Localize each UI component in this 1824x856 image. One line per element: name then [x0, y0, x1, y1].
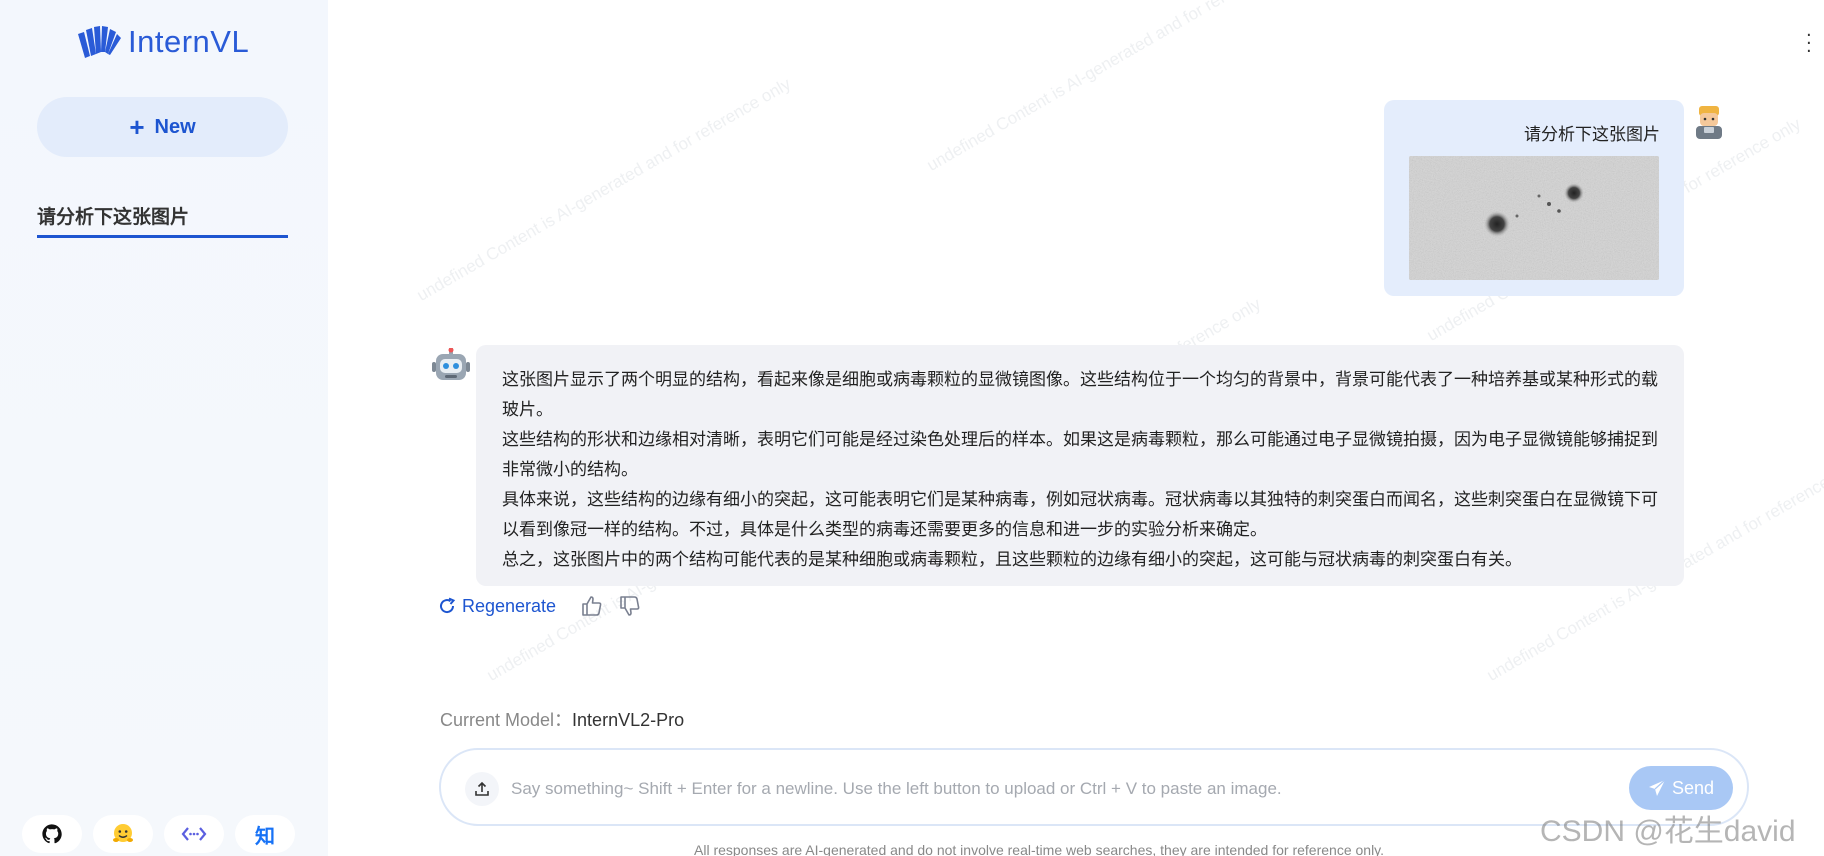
user-avatar-icon — [1696, 106, 1722, 139]
thumbs-down-icon[interactable] — [618, 594, 642, 618]
source-watermark: CSDN @花生david — [1540, 815, 1796, 848]
assistant-paragraph: 总之，这张图片中的两个结构可能代表的是某种细胞或病毒颗粒，且这些颗粒的边缘有细小… — [502, 550, 1522, 570]
logo-text: InternVL — [128, 24, 250, 59]
assistant-paragraph: 具体来说，这些结构的边缘有细小的突起，这可能表明它们是某种病毒，例如冠状病毒。冠… — [502, 490, 1658, 540]
zhihu-button[interactable]: 知 — [235, 815, 295, 853]
regenerate-label: Regenerate — [462, 595, 557, 616]
uploaded-image-thumbnail[interactable] — [1409, 156, 1659, 280]
user-message-bubble: 请分析下这张图片 — [1384, 100, 1684, 296]
github-button[interactable] — [22, 815, 82, 853]
chat-input[interactable] — [511, 772, 1591, 806]
user-message-text: 请分析下这张图片 — [1524, 125, 1660, 145]
thumbs-up-icon[interactable] — [580, 594, 604, 618]
huggingface-button[interactable] — [93, 815, 153, 853]
sidebar: InternVL + New 请分析下这张图片 知 — [0, 0, 328, 856]
watermark-text: undefined Content is AI-generated and fo… — [413, 74, 794, 305]
code-link-button[interactable] — [164, 815, 224, 853]
upload-button[interactable] — [465, 772, 499, 806]
more-options-icon[interactable]: · · · — [1806, 27, 1812, 61]
assistant-message-bubble: 这张图片显示了两个明显的结构，看起来像是细胞或病毒颗粒的显微镜图像。这些结构位于… — [476, 345, 1684, 586]
upload-icon — [475, 781, 489, 796]
disclaimer: All responses are AI-generated and do no… — [694, 842, 1385, 856]
code-link-icon — [181, 827, 207, 841]
assistant-avatar-icon — [432, 348, 470, 380]
logo: InternVL — [76, 24, 249, 60]
new-chat-label: New — [154, 115, 196, 138]
new-chat-button[interactable]: + New — [37, 97, 288, 157]
send-icon — [1648, 779, 1666, 796]
sidebar-footer: 知 — [22, 815, 295, 853]
plus-icon: + — [129, 112, 145, 142]
send-label: Send — [1671, 777, 1715, 798]
github-icon — [42, 824, 62, 844]
huggingface-icon — [113, 824, 133, 842]
current-model-value: InternVL2-Pro — [572, 710, 685, 730]
refresh-icon — [440, 597, 456, 614]
assistant-paragraph: 这张图片显示了两个明显的结构，看起来像是细胞或病毒颗粒的显微镜图像。这些结构位于… — [502, 370, 1658, 420]
current-model: Current Model：InternVL2-Pro — [440, 706, 684, 732]
app-root: InternVL + New 请分析下这张图片 知 undefined Cont… — [0, 0, 1824, 856]
current-model-label: Current Model： — [440, 710, 573, 730]
zhihu-icon: 知 — [255, 823, 275, 848]
internvl-logo-icon — [78, 26, 121, 58]
microscope-image — [1409, 156, 1659, 280]
regenerate-button[interactable]: Regenerate — [438, 596, 556, 617]
assistant-paragraph: 这些结构的形状和边缘相对清晰，表明它们可能是经过染色处理后的样本。如果这是病毒颗… — [502, 430, 1658, 480]
watermark-text: undefined Content is AI-generated and fo… — [923, 0, 1304, 175]
conversation-item-active[interactable]: 请分析下这张图片 — [37, 200, 288, 238]
message-actions: Regenerate — [438, 594, 642, 618]
send-button[interactable]: Send — [1629, 766, 1733, 810]
